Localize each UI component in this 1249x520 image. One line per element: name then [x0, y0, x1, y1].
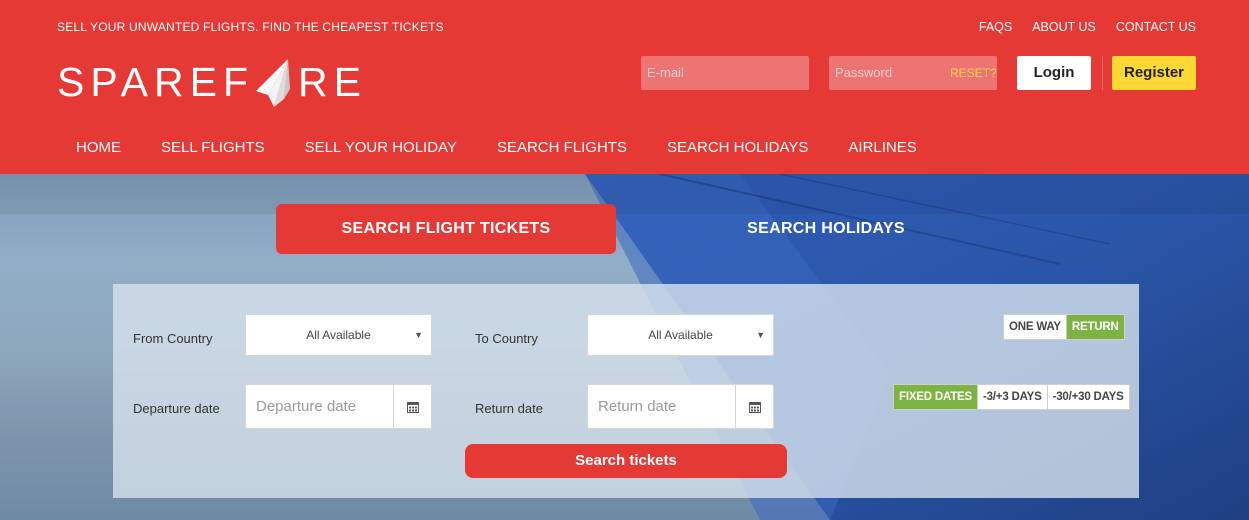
- top-link-contact-us[interactable]: CONTACT US: [1116, 20, 1196, 34]
- to-country-select[interactable]: All Available ▼: [587, 314, 774, 356]
- from-country-select[interactable]: All Available ▼: [245, 314, 432, 356]
- top-link-faqs[interactable]: FAQS: [979, 20, 1012, 34]
- to-country-value: All Available: [648, 328, 713, 342]
- tagline: SELL YOUR UNWANTED FLIGHTS. FIND THE CHE…: [57, 20, 444, 34]
- nav-home[interactable]: HOME: [76, 139, 121, 156]
- search-panel: From Country All Available ▼ To Country …: [113, 284, 1139, 498]
- departure-date-input[interactable]: Departure date: [245, 384, 432, 429]
- tab-search-flight-tickets[interactable]: SEARCH FLIGHT TICKETS: [276, 204, 616, 254]
- calendar-icon[interactable]: [393, 385, 431, 428]
- nav-search-holidays[interactable]: SEARCH HOLIDAYS: [667, 139, 808, 156]
- email-field[interactable]: [641, 56, 809, 90]
- logo-text-right: RE: [298, 58, 367, 105]
- nav-sell-your-holiday[interactable]: SELL YOUR HOLIDAY: [305, 139, 457, 156]
- return-date-label: Return date: [475, 401, 543, 416]
- logo-text-left: SPAREF: [57, 58, 254, 105]
- reset-password-link[interactable]: RESET?: [950, 66, 997, 80]
- nav-sell-flights[interactable]: SELL FLIGHTS: [161, 139, 265, 156]
- trip-option-return[interactable]: RETURN: [1065, 315, 1124, 339]
- top-links: FAQS ABOUT US CONTACT US: [979, 20, 1196, 34]
- date-option-fixed[interactable]: FIXED DATES: [894, 385, 977, 409]
- from-country-label: From Country: [133, 331, 213, 346]
- departure-date-placeholder: Departure date: [256, 398, 357, 415]
- search-tickets-button[interactable]: Search tickets: [465, 444, 787, 478]
- site-header: SELL YOUR UNWANTED FLIGHTS. FIND THE CHE…: [0, 0, 1249, 174]
- return-date-placeholder: Return date: [598, 398, 677, 415]
- hero-background: SEARCH FLIGHT TICKETS SEARCH HOLIDAYS Fr…: [0, 174, 1249, 520]
- nav-airlines[interactable]: AIRLINES: [848, 139, 916, 156]
- date-option-3-days[interactable]: -3/+3 DAYS: [976, 385, 1047, 409]
- paper-plane-logo-icon: [254, 59, 294, 107]
- register-button[interactable]: Register: [1112, 56, 1196, 90]
- nav-search-flights[interactable]: SEARCH FLIGHTS: [497, 139, 627, 156]
- tab-search-holidays[interactable]: SEARCH HOLIDAYS: [656, 204, 996, 254]
- caret-down-icon: ▼: [756, 330, 765, 340]
- calendar-icon[interactable]: [735, 385, 773, 428]
- trip-option-one-way[interactable]: ONE WAY: [1004, 315, 1066, 339]
- top-link-about-us[interactable]: ABOUT US: [1032, 20, 1096, 34]
- site-logo[interactable]: SPAREF RE: [57, 59, 367, 107]
- return-date-input[interactable]: Return date: [587, 384, 774, 429]
- to-country-label: To Country: [475, 331, 538, 346]
- main-nav: HOME SELL FLIGHTS SELL YOUR HOLIDAY SEAR…: [76, 139, 917, 156]
- from-country-value: All Available: [306, 328, 371, 342]
- login-button[interactable]: Login: [1017, 56, 1091, 90]
- date-flexibility-toggle: FIXED DATES -3/+3 DAYS -30/+30 DAYS: [893, 384, 1130, 410]
- date-option-30-days[interactable]: -30/+30 DAYS: [1046, 385, 1129, 409]
- trip-type-toggle: ONE WAY RETURN: [1003, 314, 1125, 340]
- header-divider: [1102, 56, 1103, 90]
- caret-down-icon: ▼: [414, 330, 423, 340]
- departure-date-label: Departure date: [133, 401, 220, 416]
